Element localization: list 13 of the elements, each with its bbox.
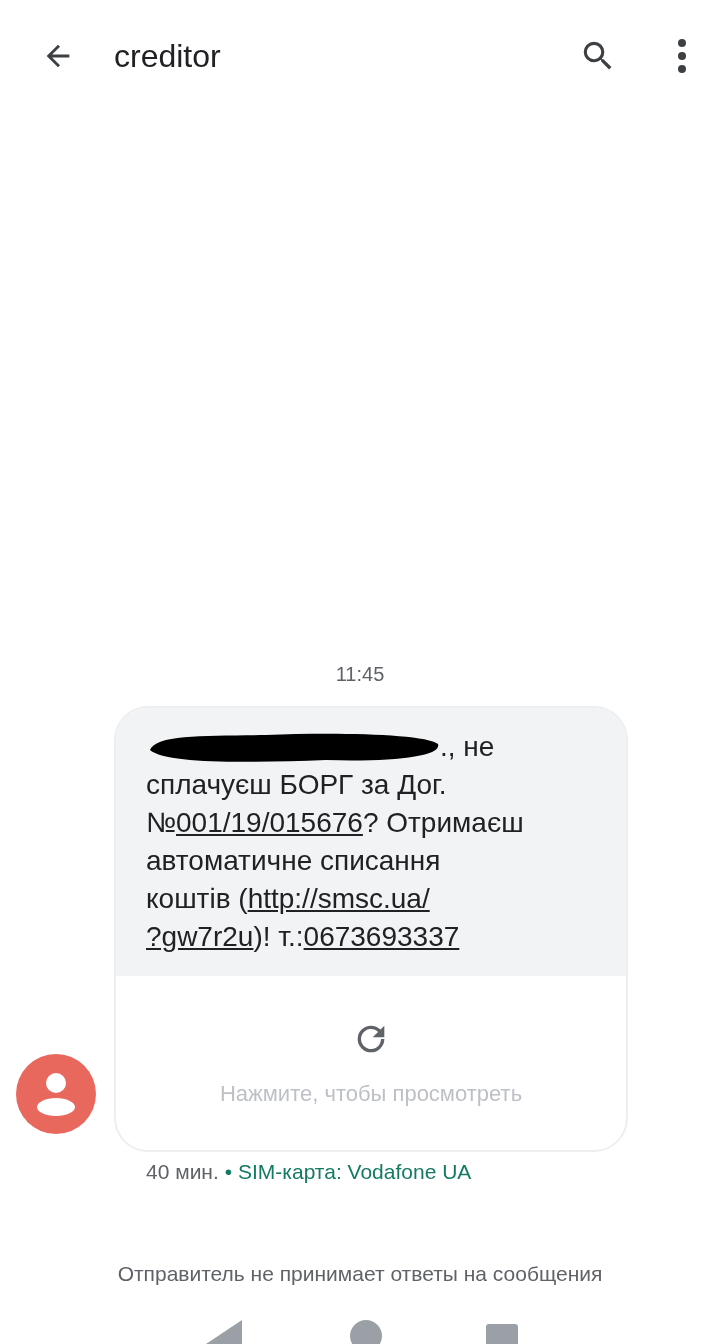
message-text: ., не сплачуєш БОРГ за Дог. №001/19/015676? Отримаєш автоматичне списання коштів (http://smsc.ua/ ?gw7r2u)! т.:0673693337 <box>146 728 606 956</box>
message-bubble[interactable]: ., не сплачуєш БОРГ за Дог. №001/19/015676? Отримаєш автоматичне списання коштів (http://smsc.ua/ ?gw7r2u)! т.:0673693337 Нажмите, чтобы просмотреть <box>114 706 628 1152</box>
link[interactable]: 0673693337 <box>303 918 460 956</box>
no-reply-notice: Отправитель не принимает ответы на сообщения <box>117 1262 603 1286</box>
download-hint: Нажмите, чтобы просмотреть <box>219 1081 523 1107</box>
message-age: 40 мин. <box>146 1160 219 1184</box>
sim-label: • SIM-карта: Vodafone UA <box>224 1160 472 1184</box>
link[interactable]: ?gw7r2u <box>146 918 254 956</box>
link[interactable]: http://smsc.ua/ <box>247 880 430 918</box>
message-time: 11:45 <box>335 663 385 686</box>
link[interactable]: 001/19/015676 <box>176 804 363 842</box>
home-nav-icon[interactable] <box>350 1320 382 1344</box>
conversation-title: creditor <box>114 37 222 75</box>
